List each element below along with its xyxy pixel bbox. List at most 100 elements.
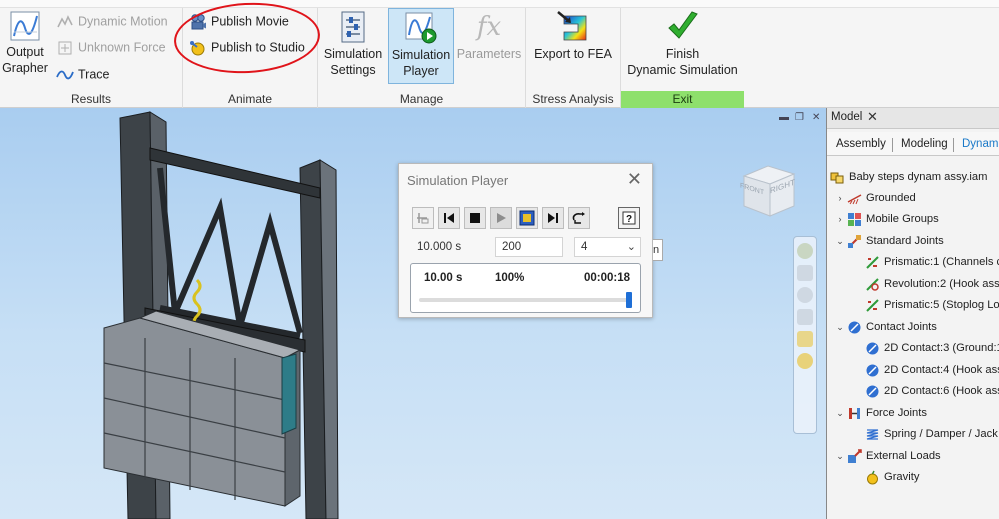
simulation-player-label-1: Simulation xyxy=(391,48,451,62)
loop-button[interactable] xyxy=(568,207,590,229)
panel-title-results: Results xyxy=(70,92,111,106)
panel-stress-analysis: Export to FEA Stress Analysis xyxy=(526,8,621,108)
2d-contact-icon xyxy=(866,364,879,377)
export-to-fea-button[interactable]: Export to FEA xyxy=(528,10,618,62)
navigation-bar xyxy=(793,236,817,434)
orbit-icon[interactable] xyxy=(797,309,813,325)
elapsed-clock-readout: 00:00:18 xyxy=(583,272,630,284)
construction-mode-button[interactable] xyxy=(412,207,434,229)
tree-force-joints[interactable]: ⌄ Force Joints xyxy=(836,404,927,422)
help-button[interactable]: ? xyxy=(618,207,640,229)
chevron-down-icon: ⌄ xyxy=(626,241,636,253)
contact-joint-icon xyxy=(848,321,861,334)
simulation-player-label-2: Player xyxy=(403,64,439,78)
tree-standard-joints[interactable]: ⌄ Standard Joints xyxy=(836,232,944,250)
dynamic-motion-button[interactable]: Dynamic Motion xyxy=(56,10,168,32)
look-at-icon[interactable] xyxy=(797,331,813,347)
publish-movie-button[interactable]: Publish Movie xyxy=(189,10,289,32)
dialog-title: Simulation Player xyxy=(407,173,509,188)
spring-icon xyxy=(866,428,879,440)
end-time-field[interactable]: 10.000 s xyxy=(410,237,488,257)
stop-button[interactable] xyxy=(464,207,486,229)
ribbon: Output Grapher Dynamic Motion Unknown Fo… xyxy=(0,0,999,108)
tree-2d-contact-3[interactable]: 2D Contact:3 (Ground:1 xyxy=(865,339,999,357)
viewport-restore-icon[interactable]: ❐ xyxy=(795,112,804,123)
browser-tab-model[interactable]: Model xyxy=(831,111,862,123)
image-capture-button[interactable] xyxy=(516,207,538,229)
standard-joint-icon xyxy=(848,234,861,248)
rewind-icon xyxy=(444,213,454,223)
tree-prismatic-5[interactable]: Prismatic:5 (Stoplog Lo xyxy=(865,296,999,314)
simulation-settings-button[interactable]: Simulation Settings xyxy=(320,10,386,78)
player-graph-icon xyxy=(405,12,437,44)
parameters-button[interactable]: fx Parameters xyxy=(456,10,522,62)
collapse-chevron-icon[interactable]: ⌄ xyxy=(835,318,845,336)
tree-root-assembly[interactable]: Baby steps dynam assy.iam xyxy=(830,168,987,186)
panel-title-animate: Animate xyxy=(227,92,273,106)
progress-slider-thumb[interactable] xyxy=(626,292,632,308)
ribbon-tab-strip xyxy=(0,0,999,8)
publish-to-studio-button[interactable]: Publish to Studio xyxy=(189,36,305,58)
simulation-player-dialog: Simulation Player ✕ ? 10.000 s 200 4 ⌄ 1… xyxy=(398,163,653,318)
parameters-label: Parameters xyxy=(456,47,522,61)
rewind-button[interactable] xyxy=(438,207,460,229)
simulation-progress-panel: 10.00 s 100% 00:00:18 xyxy=(410,263,641,313)
tree-spring-damper-jack[interactable]: Spring / Damper / Jack xyxy=(865,425,998,443)
finish-dynamic-simulation-button[interactable]: Finish Dynamic Simulation xyxy=(621,10,744,78)
output-grapher-label-1: Output xyxy=(6,45,44,59)
finish-label-2: Dynamic Simulation xyxy=(627,63,738,77)
tree-prismatic-1[interactable]: Prismatic:1 (Channels c xyxy=(865,253,999,271)
subtab-separator xyxy=(953,138,954,152)
tooltip-bulb-icon[interactable] xyxy=(797,353,813,369)
tree-revolution-2[interactable]: Revolution:2 (Hook ass xyxy=(865,275,999,293)
zoom-icon[interactable] xyxy=(797,287,813,303)
2d-contact-icon xyxy=(866,385,879,398)
subtab-assembly[interactable]: Assembly xyxy=(836,138,886,150)
prismatic-joint-icon xyxy=(866,255,879,269)
browser-close-icon[interactable]: ✕ xyxy=(867,109,878,125)
model-browser: Model ✕ Assembly Modeling Dynami Baby st… xyxy=(826,108,999,519)
tree-grounded[interactable]: › Grounded xyxy=(839,189,916,207)
tree-mobile-groups[interactable]: › Mobile Groups xyxy=(839,210,939,228)
export-to-fea-label: Export to FEA xyxy=(534,47,612,61)
playback-speed-select[interactable]: 4 ⌄ xyxy=(574,237,641,257)
panel-exit: Finish Dynamic Simulation Exit xyxy=(621,8,744,108)
collapse-chevron-icon[interactable]: ⌄ xyxy=(835,447,845,465)
panel-title-stress-analysis: Stress Analysis xyxy=(532,92,614,106)
ground-icon xyxy=(847,193,862,204)
subtab-modeling[interactable]: Modeling xyxy=(901,138,948,150)
revolution-joint-icon xyxy=(866,277,879,291)
tree-2d-contact-6[interactable]: 2D Contact:6 (Hook ass xyxy=(865,382,999,400)
trace-button[interactable]: Trace xyxy=(56,63,110,85)
2d-contact-icon xyxy=(866,342,879,355)
tree-contact-joints[interactable]: ⌄ Contact Joints xyxy=(836,318,937,336)
tree-gravity[interactable]: Gravity xyxy=(865,468,919,486)
subtab-dynamic[interactable]: Dynami xyxy=(962,138,999,150)
go-to-end-button[interactable] xyxy=(542,207,564,229)
collapse-chevron-icon[interactable]: ⌄ xyxy=(835,232,845,250)
pan-hand-icon[interactable] xyxy=(797,265,813,281)
collapse-chevron-icon[interactable]: ⌄ xyxy=(835,404,845,422)
expand-chevron-icon[interactable]: › xyxy=(835,210,845,228)
playback-speed-value: 4 xyxy=(581,241,588,253)
panel-title-manage: Manage xyxy=(399,92,444,106)
play-button[interactable] xyxy=(490,207,512,229)
steering-wheel-icon[interactable] xyxy=(797,243,813,259)
dialog-close-icon[interactable]: ✕ xyxy=(627,169,642,190)
simulation-player-button[interactable]: Simulation Player xyxy=(388,8,454,84)
tree-2d-contact-4[interactable]: 2D Contact:4 (Hook ass xyxy=(865,361,999,379)
unknown-force-button[interactable]: Unknown Force xyxy=(56,36,166,58)
images-field[interactable]: 200 xyxy=(495,237,563,257)
graphics-viewport[interactable]: ▬ ❐ ✕ FRONT RIGHT Simulation Player ✕ ? … xyxy=(0,108,826,519)
tree-external-loads[interactable]: ⌄ External Loads xyxy=(836,447,941,465)
viewport-minimize-icon[interactable]: ▬ xyxy=(779,112,789,123)
expand-chevron-icon[interactable]: › xyxy=(835,189,845,207)
construction-icon xyxy=(417,213,429,224)
current-time-readout: 10.00 s xyxy=(424,272,463,284)
settings-sliders-icon xyxy=(341,11,365,43)
viewport-close-icon[interactable]: ✕ xyxy=(812,112,820,123)
mobile-groups-icon xyxy=(848,212,861,226)
output-grapher-button[interactable]: Output Grapher xyxy=(2,10,48,76)
force-joint-icon xyxy=(849,407,860,419)
panel-title-exit: Exit xyxy=(621,91,744,108)
